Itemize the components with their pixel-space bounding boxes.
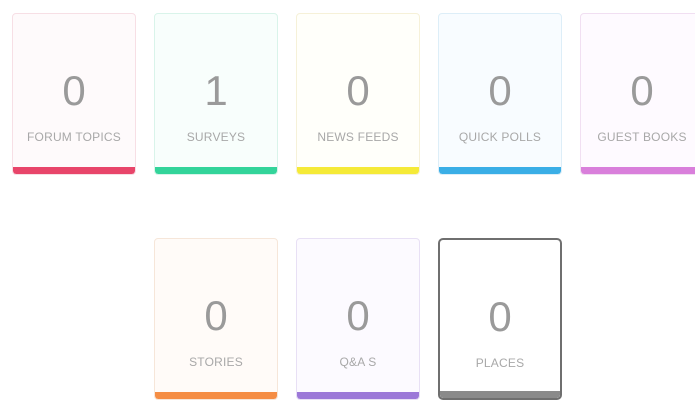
guest-books-label: GUEST BOOKS [597,130,687,144]
forum-topics-card[interactable]: 0 FORUM TOPICS [12,13,136,175]
forum-topics-accent-bar [13,167,135,174]
qas-count: 0 [346,292,370,339]
guest-books-card[interactable]: 0 GUEST BOOKS [580,13,695,175]
qas-card[interactable]: 0 Q&A S [296,238,420,400]
qas-label: Q&A S [339,355,377,369]
news-feeds-accent-bar [297,167,419,174]
news-feeds-count: 0 [346,67,370,114]
quick-polls-label: QUICK POLLS [458,130,542,144]
qas-accent-bar [297,392,419,399]
places-label: PLACES [475,356,525,370]
forum-topics-count: 0 [62,67,86,114]
stories-card[interactable]: 0 STORIES [154,238,278,400]
quick-polls-card[interactable]: 0 QUICK POLLS [438,13,562,175]
quick-polls-accent-bar [439,167,561,174]
places-count: 0 [488,293,512,340]
stories-label: STORIES [189,355,243,369]
guest-books-count: 0 [630,67,654,114]
forum-topics-label: FORUM TOPICS [27,130,121,144]
stories-count: 0 [204,292,228,339]
news-feeds-label: NEWS FEEDS [317,130,399,144]
places-accent-bar [440,391,560,398]
quick-polls-count: 0 [488,67,512,114]
stories-accent-bar [155,392,277,399]
surveys-accent-bar [155,167,277,174]
surveys-card[interactable]: 1 SURVEYS [154,13,278,175]
guest-books-accent-bar [581,167,695,174]
news-feeds-card[interactable]: 0 NEWS FEEDS [296,13,420,175]
surveys-count: 1 [204,67,228,114]
surveys-label: SURVEYS [186,130,246,144]
content-stats-grid: 0 FORUM TOPICS 1 SURVEYS 0 NEWS FEEDS 0 … [0,0,695,401]
places-card[interactable]: 0 PLACES [438,238,562,400]
